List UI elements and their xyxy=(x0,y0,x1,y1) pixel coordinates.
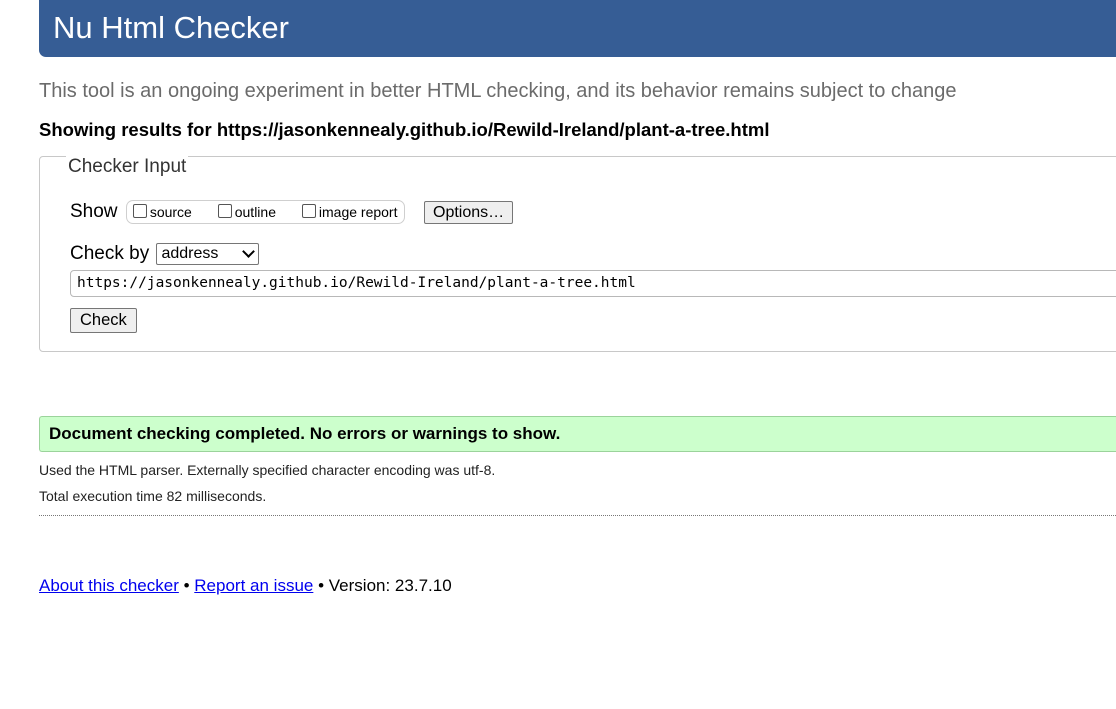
page: Nu Html Checker This tool is an ongoing … xyxy=(0,0,1116,709)
header-banner: Nu Html Checker xyxy=(39,0,1116,57)
parser-note: Used the HTML parser. Externally specifi… xyxy=(39,462,496,478)
success-message: Document checking completed. No errors o… xyxy=(39,416,1116,452)
show-options-group: source outline image report xyxy=(125,200,406,224)
chevron-down-icon xyxy=(242,245,256,258)
results-url: https://jasonkennealy.github.io/Rewild-I… xyxy=(216,119,770,140)
execution-time: Total execution time 82 milliseconds. xyxy=(39,488,267,504)
page-title: Nu Html Checker xyxy=(53,10,289,45)
outline-checkbox[interactable] xyxy=(217,204,232,218)
check-button[interactable]: Check xyxy=(70,308,137,333)
show-label: Show xyxy=(70,201,118,222)
source-checkbox[interactable] xyxy=(132,204,147,218)
footer: About this checker • Report an issue • V… xyxy=(39,576,452,596)
show-outline-option[interactable]: outline xyxy=(217,204,280,220)
results-prefix: Showing results for xyxy=(39,119,212,140)
check-by-row: Check by address xyxy=(70,243,260,265)
options-button[interactable]: Options… xyxy=(424,201,514,224)
show-image-report-option[interactable]: image report xyxy=(301,204,398,220)
checker-input-panel: Checker Input Show source outline image … xyxy=(39,156,1116,352)
footer-separator-2: • xyxy=(318,576,325,595)
check-by-selected-value: address xyxy=(161,245,219,262)
results-heading: Showing results for https://jasonkenneal… xyxy=(39,119,769,141)
outline-label: outline xyxy=(234,204,276,220)
check-by-label: Check by xyxy=(70,243,150,265)
footer-separator: • xyxy=(183,576,190,595)
version-text: Version: 23.7.10 xyxy=(328,576,452,595)
report-issue-link[interactable]: Report an issue xyxy=(194,576,313,595)
source-label: source xyxy=(149,204,192,220)
tagline: This tool is an ongoing experiment in be… xyxy=(39,80,957,102)
checker-input-legend: Checker Input xyxy=(66,156,189,178)
image-report-label: image report xyxy=(318,204,398,220)
about-checker-link[interactable]: About this checker xyxy=(39,576,179,595)
check-by-select[interactable]: address xyxy=(156,243,260,265)
divider xyxy=(39,515,1116,516)
show-row: Show source outline image report xyxy=(70,200,406,224)
address-input[interactable]: https://jasonkennealy.github.io/Rewild-I… xyxy=(70,270,1116,297)
image-report-checkbox[interactable] xyxy=(301,204,316,218)
show-source-option[interactable]: source xyxy=(132,204,196,220)
